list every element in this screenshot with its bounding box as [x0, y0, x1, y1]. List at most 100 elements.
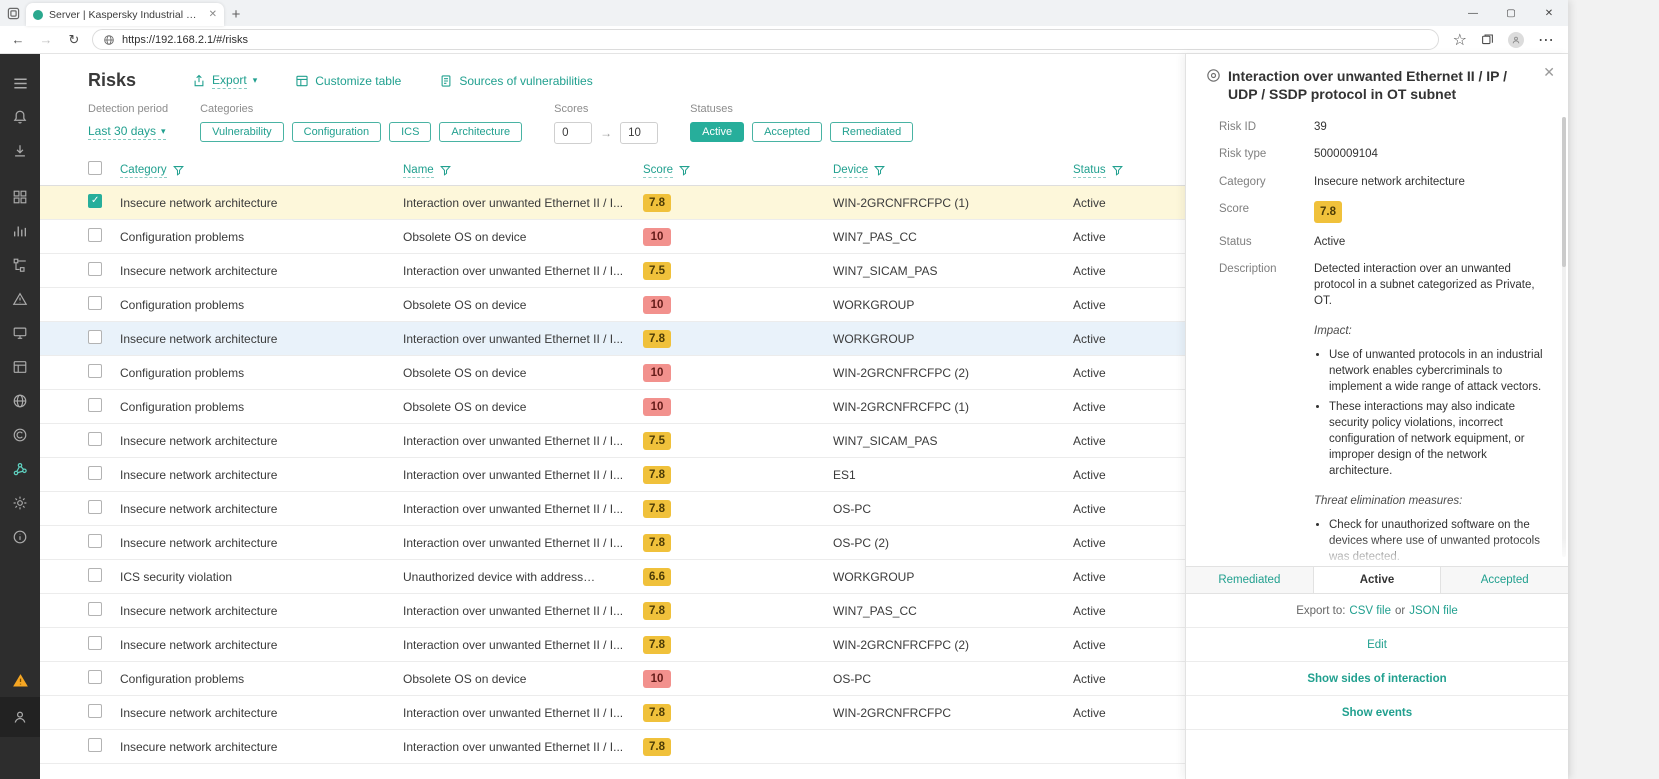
risks-graph-icon[interactable] [0, 452, 40, 486]
export-json-link[interactable]: JSON file [1409, 605, 1458, 617]
window-minimize-button[interactable]: — [1454, 0, 1492, 26]
column-header-score[interactable]: Score [643, 164, 833, 178]
category-chip[interactable]: ICS [389, 122, 431, 142]
row-checkbox[interactable] [88, 602, 102, 616]
status-chip[interactable]: Active [690, 122, 744, 142]
reports-table-icon[interactable] [0, 350, 40, 384]
row-checkbox[interactable] [88, 534, 102, 548]
table-row[interactable]: Insecure network architecture Interactio… [40, 254, 1185, 288]
table-row[interactable]: Insecure network architecture Interactio… [40, 492, 1185, 526]
menu-icon[interactable] [0, 66, 40, 100]
category-chip[interactable]: Vulnerability [200, 122, 284, 142]
browser-profile-avatar[interactable] [1508, 32, 1524, 48]
window-menu-icon[interactable] [0, 0, 26, 26]
edit-button[interactable]: Edit [1367, 639, 1387, 651]
row-checkbox[interactable] [88, 704, 102, 718]
table-row[interactable]: Configuration problems Obsolete OS on de… [40, 390, 1185, 424]
status-tab-active[interactable]: Active [1313, 567, 1442, 593]
browser-tab[interactable]: Server | Kaspersky Industrial Cyb ✕ [26, 3, 224, 26]
window-maximize-button[interactable]: ▢ [1492, 0, 1530, 26]
row-checkbox[interactable] [88, 262, 102, 276]
row-checkbox[interactable] [88, 398, 102, 412]
status-chip[interactable]: Accepted [752, 122, 822, 142]
category-chip[interactable]: Architecture [439, 122, 522, 142]
dashboard-grid-icon[interactable] [0, 180, 40, 214]
forward-icon[interactable]: → [36, 32, 56, 47]
show-events-button[interactable]: Show events [1342, 707, 1412, 719]
status-tab-remediated[interactable]: Remediated [1186, 567, 1313, 593]
cell-category: Insecure network architecture [120, 604, 403, 618]
row-checkbox[interactable] [88, 228, 102, 242]
row-checkbox[interactable] [88, 466, 102, 480]
window-close-button[interactable]: ✕ [1530, 0, 1568, 26]
user-profile-icon[interactable] [0, 697, 40, 737]
tab-close-icon[interactable]: ✕ [209, 9, 217, 20]
license-warning-icon[interactable] [0, 663, 40, 697]
detection-period-dropdown[interactable]: Last 30 days▾ [88, 124, 166, 140]
favorites-star-icon[interactable]: ☆ [1453, 30, 1467, 50]
table-row[interactable]: Insecure network architecture Interactio… [40, 696, 1185, 730]
score-min-input[interactable] [554, 122, 592, 144]
table-row[interactable]: Insecure network architecture Interactio… [40, 526, 1185, 560]
row-checkbox[interactable] [88, 568, 102, 582]
select-all-checkbox[interactable] [88, 161, 102, 175]
close-icon[interactable]: ✕ [1543, 64, 1555, 81]
table-row[interactable]: Insecure network architecture Interactio… [40, 186, 1185, 220]
table-row[interactable]: Insecure network architecture Interactio… [40, 594, 1185, 628]
score-max-input[interactable] [620, 122, 658, 144]
table-row[interactable]: Configuration problems Obsolete OS on de… [40, 220, 1185, 254]
table-row[interactable]: ICS security violation Unauthorized devi… [40, 560, 1185, 594]
table-row[interactable]: Configuration problems Obsolete OS on de… [40, 356, 1185, 390]
export-csv-link[interactable]: CSV file [1349, 605, 1391, 617]
customize-table-button[interactable]: Customize table [295, 74, 401, 88]
table-row[interactable]: Configuration problems Obsolete OS on de… [40, 662, 1185, 696]
sources-of-vulnerabilities-button[interactable]: Sources of vulnerabilities [439, 74, 592, 88]
row-checkbox[interactable] [88, 432, 102, 446]
row-checkbox[interactable] [88, 296, 102, 310]
row-checkbox[interactable] [88, 636, 102, 650]
row-checkbox[interactable] [88, 500, 102, 514]
settings-gear-icon[interactable] [0, 486, 40, 520]
column-header-name[interactable]: Name [403, 164, 643, 178]
filter-funnel-icon[interactable] [874, 165, 885, 176]
monitoring-chart-icon[interactable] [0, 214, 40, 248]
browser-menu-icon[interactable]: ⋯ [1538, 30, 1554, 50]
assets-tree-icon[interactable] [0, 248, 40, 282]
address-bar[interactable]: https://192.168.2.1/#/risks [92, 29, 1439, 50]
category-chip[interactable]: Configuration [292, 122, 381, 142]
filter-funnel-icon[interactable] [440, 165, 451, 176]
filter-funnel-icon[interactable] [679, 165, 690, 176]
status-chip[interactable]: Remediated [830, 122, 913, 142]
show-sides-of-interaction-button[interactable]: Show sides of interaction [1307, 673, 1446, 685]
table-row[interactable]: Configuration problems Obsolete OS on de… [40, 288, 1185, 322]
table-row[interactable]: Insecure network architecture Interactio… [40, 628, 1185, 662]
table-row[interactable]: Insecure network architecture Interactio… [40, 424, 1185, 458]
network-map-globe-icon[interactable] [0, 384, 40, 418]
row-checkbox[interactable] [88, 194, 102, 208]
table-row[interactable]: Insecure network architecture Interactio… [40, 730, 1185, 764]
filter-funnel-icon[interactable] [173, 165, 184, 176]
row-checkbox[interactable] [88, 330, 102, 344]
column-header-category[interactable]: Category [120, 164, 403, 178]
status-tab-accepted[interactable]: Accepted [1441, 567, 1568, 593]
notifications-bell-icon[interactable] [0, 100, 40, 134]
export-button[interactable]: Export ▾ [192, 73, 257, 89]
table-row[interactable]: Insecure network architecture Interactio… [40, 322, 1185, 356]
panel-scrollbar[interactable] [1562, 117, 1566, 557]
events-c-icon[interactable] [0, 418, 40, 452]
updates-download-icon[interactable] [0, 134, 40, 168]
about-info-icon[interactable] [0, 520, 40, 554]
refresh-icon[interactable]: ↻ [64, 32, 84, 48]
filter-funnel-icon[interactable] [1112, 165, 1123, 176]
collections-icon[interactable] [1481, 33, 1494, 46]
row-checkbox[interactable] [88, 670, 102, 684]
devices-monitor-icon[interactable] [0, 316, 40, 350]
new-tab-button[interactable]: + [224, 2, 248, 26]
table-row[interactable]: Insecure network architecture Interactio… [40, 458, 1185, 492]
column-header-device[interactable]: Device [833, 164, 1073, 178]
alerts-triangle-icon[interactable] [0, 282, 40, 316]
back-icon[interactable]: ← [8, 32, 28, 47]
row-checkbox[interactable] [88, 364, 102, 378]
row-checkbox[interactable] [88, 738, 102, 752]
column-header-status[interactable]: Status [1073, 164, 1185, 178]
